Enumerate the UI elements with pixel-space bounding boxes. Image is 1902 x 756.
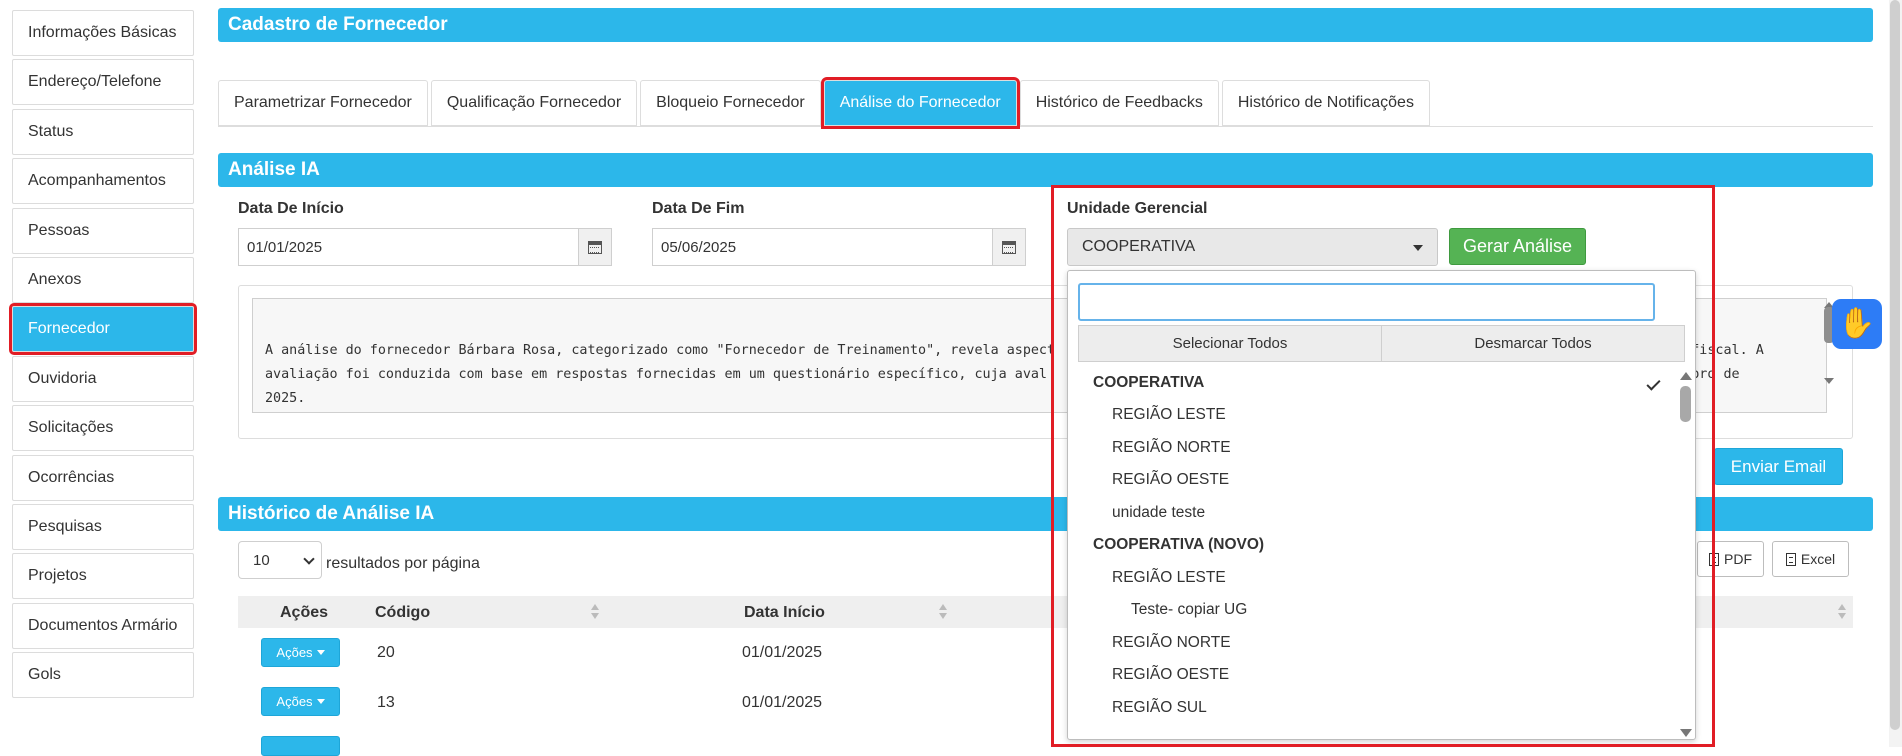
sidebar-item-ouvidoria[interactable]: Ouvidoria <box>12 355 194 402</box>
sidebar-item-ocorrencias[interactable]: Ocorrências <box>12 454 194 501</box>
column-header-acoes: Ações <box>280 604 329 621</box>
row-actions-label: Ações <box>276 694 313 709</box>
sidebar-item-status[interactable]: Status <box>12 108 194 155</box>
end-date-label: Data De Fim <box>652 200 745 217</box>
send-email-button[interactable]: Enviar Email <box>1714 448 1843 485</box>
sort-icon[interactable] <box>591 604 599 620</box>
table-cell-start-date: 01/01/2025 <box>742 644 823 661</box>
sidebar-item-acompanhamentos[interactable]: Acompanhamentos <box>12 158 194 205</box>
page-scroll-thumb[interactable] <box>1890 0 1900 730</box>
row-actions-label: Ações <box>276 645 313 660</box>
sidebar-item-gols[interactable]: Gols <box>12 652 194 699</box>
page-title: Cadastro de Fornecedor <box>218 8 1873 42</box>
page-size-select[interactable]: 10 <box>238 541 322 579</box>
column-header-data-inicio[interactable]: Data Início <box>744 604 825 622</box>
page-size-value: 10 <box>253 551 270 569</box>
sidebar-item-informacoes-basicas[interactable]: Informações Básicas <box>12 10 194 56</box>
table-cell-code: 20 <box>377 644 395 661</box>
calendar-icon <box>1002 240 1016 254</box>
tab-qualificacao-fornecedor[interactable]: Qualificação Fornecedor <box>430 80 638 126</box>
section-title-analise-ia: Análise IA <box>218 153 1873 187</box>
sidebar-item-fornecedor[interactable]: Fornecedor <box>9 303 197 356</box>
table-cell-start-date: 01/01/2025 <box>742 694 823 711</box>
end-date-input[interactable]: 05/06/2025 <box>652 228 993 266</box>
table-cell-code: 13 <box>377 694 395 711</box>
start-date-calendar-button[interactable] <box>578 228 612 266</box>
row-actions-button[interactable] <box>261 736 340 756</box>
chevron-down-icon <box>303 553 315 565</box>
page-size-label: resultados por página <box>326 555 480 572</box>
sign-language-icon: ✋ <box>1838 307 1876 340</box>
textarea-scroll-down[interactable] <box>1824 378 1834 384</box>
sidebar-item-solicitacoes[interactable]: Solicitações <box>12 405 194 452</box>
column-header-codigo[interactable]: Código <box>375 604 430 622</box>
sidebar-item-pessoas[interactable]: Pessoas <box>12 207 194 254</box>
calendar-icon <box>588 240 602 254</box>
sidebar-item-documentos-armario[interactable]: Documentos Armário <box>12 602 194 649</box>
tab-analise-do-fornecedor[interactable]: Análise do Fornecedor <box>820 77 1020 129</box>
export-excel-label: Excel <box>1800 551 1836 567</box>
excel-icon <box>1785 552 1796 566</box>
tab-bar: Parametrizar Fornecedor Qualificação For… <box>218 77 1433 129</box>
sort-icon[interactable] <box>939 604 947 620</box>
sidebar-item-endereco-telefone[interactable]: Endereço/Telefone <box>12 59 194 106</box>
caret-down-icon <box>316 699 325 704</box>
sidebar-item-anexos[interactable]: Anexos <box>12 256 194 303</box>
caret-down-icon <box>316 650 325 655</box>
accessibility-button[interactable]: ✋ <box>1832 299 1882 349</box>
sort-icon[interactable] <box>1838 604 1846 620</box>
tab-bloqueio-fornecedor[interactable]: Bloqueio Fornecedor <box>640 80 821 126</box>
row-actions-button[interactable]: Ações <box>261 638 340 667</box>
end-date-calendar-button[interactable] <box>992 228 1026 266</box>
export-excel-button[interactable]: Excel <box>1772 541 1849 577</box>
start-date-label: Data De Início <box>238 200 344 217</box>
sidebar-item-pesquisas[interactable]: Pesquisas <box>12 503 194 550</box>
row-actions-button[interactable]: Ações <box>261 687 340 716</box>
start-date-input[interactable]: 01/01/2025 <box>238 228 579 266</box>
unit-highlight-frame <box>1051 185 1715 747</box>
sidebar-item-projetos[interactable]: Projetos <box>12 553 194 600</box>
export-pdf-label: PDF <box>1724 551 1752 567</box>
tab-parametrizar-fornecedor[interactable]: Parametrizar Fornecedor <box>218 80 428 126</box>
tab-historico-de-feedbacks[interactable]: Histórico de Feedbacks <box>1019 80 1219 126</box>
sidebar: Informações Básicas Endereço/Telefone St… <box>9 10 197 701</box>
tab-historico-de-notificacoes[interactable]: Histórico de Notificações <box>1221 80 1430 126</box>
